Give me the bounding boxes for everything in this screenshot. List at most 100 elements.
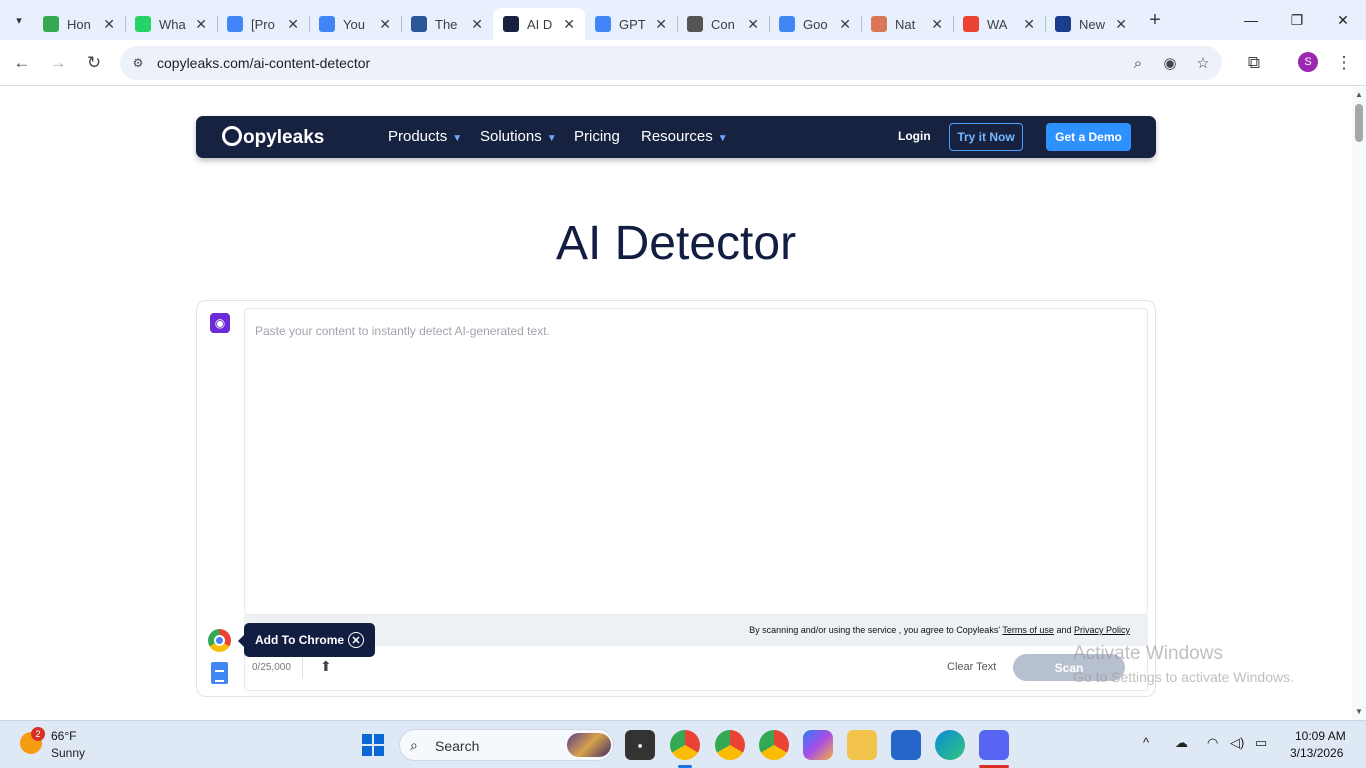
tab-search-chevron-icon[interactable]: ▾ — [5, 6, 33, 34]
discord-icon[interactable] — [979, 730, 1009, 760]
whatsapp-icon — [135, 16, 151, 32]
content-textarea[interactable]: Paste your content to instantly detect A… — [244, 308, 1148, 615]
terms-and: and — [1056, 625, 1072, 635]
browser-tab[interactable]: Wha ✕ — [125, 8, 217, 40]
tab-close-icon[interactable]: ✕ — [563, 16, 575, 33]
tab-strip: ▾ Hon ✕ Wha ✕ [Pro ✕ You ✕ The ✕ AI D ✕ GPT ✕ Con ✕ Goo ✕… — [0, 0, 1366, 40]
search-icon: ⌕ — [410, 737, 418, 753]
eye-icon[interactable]: ◉ — [210, 313, 230, 333]
chrome-extension-icon[interactable] — [208, 629, 231, 652]
nav-products[interactable]: Products ▼ — [388, 128, 462, 145]
weather-badge: 2 — [31, 727, 45, 741]
google-icon — [963, 16, 979, 32]
forward-arrow-icon[interactable]: → — [44, 49, 72, 77]
google-docs-icon[interactable] — [211, 662, 228, 684]
add-to-chrome-tooltip[interactable]: Add To Chrome ✕ — [238, 623, 375, 657]
browser-tab[interactable]: New ✕ — [1045, 8, 1137, 40]
browser-tab[interactable]: [Pro ✕ — [217, 8, 309, 40]
try-it-now-button[interactable]: Try it Now — [949, 123, 1023, 151]
clock-time[interactable]: 10:09 AM — [1295, 729, 1346, 743]
tab-title: Goo — [803, 16, 828, 32]
volume-icon[interactable]: ◁) — [1230, 735, 1244, 751]
browser-tab[interactable]: GPT ✕ — [585, 8, 677, 40]
onedrive-icon[interactable]: ☁ — [1175, 735, 1188, 751]
windows-start-icon[interactable] — [362, 734, 384, 756]
weather-condition[interactable]: Sunny — [51, 746, 85, 760]
scroll-thumb[interactable] — [1355, 104, 1363, 142]
nav-pricing[interactable]: Pricing — [574, 128, 620, 145]
tab-close-icon[interactable]: ✕ — [103, 16, 115, 33]
browser-tab[interactable]: The ✕ — [401, 8, 493, 40]
temperature[interactable]: 66°F — [51, 729, 76, 743]
caret-down-icon: ▼ — [717, 133, 728, 144]
new-tab-plus-icon[interactable]: + — [1141, 6, 1169, 34]
tab-close-icon[interactable]: ✕ — [747, 16, 759, 33]
menu-kebab-icon[interactable]: ⋮ — [1330, 49, 1358, 77]
microsoft-store-icon[interactable] — [891, 730, 921, 760]
tab-close-icon[interactable]: ✕ — [471, 16, 483, 33]
restore-icon[interactable]: ❐ — [1274, 0, 1320, 40]
caret-down-icon: ▼ — [452, 133, 463, 144]
chrome-profile-s-icon[interactable] — [670, 730, 700, 760]
edge-icon[interactable] — [935, 730, 965, 760]
minimize-icon[interactable]: — — [1228, 0, 1274, 40]
tab-close-icon[interactable]: ✕ — [195, 16, 207, 33]
tab-title: [Pro — [251, 16, 275, 32]
profile-avatar[interactable]: S — [1298, 52, 1318, 72]
zoom-icon[interactable]: ⌕ — [1128, 53, 1148, 73]
wifi-icon[interactable]: ◠ — [1207, 735, 1218, 751]
browser-tab[interactable]: Goo ✕ — [769, 8, 861, 40]
browser-tab[interactable]: You ✕ — [309, 8, 401, 40]
taskbar-search[interactable]: ⌕ Search — [399, 729, 614, 761]
browser-tab[interactable]: WA ✕ — [953, 8, 1045, 40]
terms-of-use-link[interactable]: Terms of use — [1002, 625, 1054, 635]
extensions-puzzle-icon[interactable]: ⧉ — [1240, 49, 1268, 77]
reload-icon[interactable]: ↻ — [80, 49, 108, 77]
chrome-icon[interactable] — [759, 730, 789, 760]
tab-close-icon[interactable]: ✕ — [655, 16, 667, 33]
back-arrow-icon[interactable]: ← — [8, 49, 36, 77]
tab-close-icon[interactable]: ✕ — [379, 16, 391, 33]
upload-icon[interactable]: ⬆ — [320, 658, 332, 675]
tab-title: Hon — [67, 16, 91, 32]
clock-date[interactable]: 3/13/2026 — [1290, 746, 1343, 760]
scroll-up-icon[interactable]: ▲ — [1355, 90, 1363, 99]
eye-slash-icon[interactable]: ◉ — [1160, 53, 1180, 73]
browser-tab[interactable]: Nat ✕ — [861, 8, 953, 40]
site-settings-icon[interactable]: ⚙ — [128, 53, 148, 73]
copyleaks-icon — [503, 16, 519, 32]
scroll-down-icon[interactable]: ▼ — [1355, 707, 1363, 716]
nav-resources[interactable]: Resources ▼ — [641, 128, 728, 145]
detector-panel: ◉ Paste your content to instantly detect… — [196, 300, 1156, 697]
tab-close-icon[interactable]: ✕ — [1023, 16, 1035, 33]
terms-bar: By scanning and/or using the service , y… — [244, 615, 1148, 646]
close-tooltip-icon[interactable]: ✕ — [348, 632, 364, 648]
page-scrollbar[interactable]: ▲ ▼ — [1352, 87, 1366, 720]
nav-solutions[interactable]: Solutions ▼ — [480, 128, 557, 145]
browser-tab[interactable]: AI D ✕ — [493, 8, 585, 40]
clear-text-button[interactable]: Clear Text — [947, 661, 996, 673]
gemini-icon — [779, 16, 795, 32]
file-explorer-icon[interactable] — [847, 730, 877, 760]
copyleaks-logo[interactable]: opyleaks — [222, 126, 324, 149]
get-demo-button[interactable]: Get a Demo — [1046, 123, 1131, 151]
show-hidden-icons-chevron-icon[interactable]: ^ — [1143, 735, 1149, 750]
login-link[interactable]: Login — [898, 129, 931, 143]
tab-title: The — [435, 16, 458, 32]
tab-close-icon[interactable]: ✕ — [931, 16, 943, 33]
bookmark-star-icon[interactable]: ☆ — [1193, 53, 1213, 73]
address-url[interactable]: copyleaks.com/ai-content-detector — [157, 55, 370, 71]
task-view-icon[interactable]: ▪ — [625, 730, 655, 760]
battery-icon[interactable]: ▭ — [1255, 735, 1267, 751]
browser-tab[interactable]: Con ✕ — [677, 8, 769, 40]
close-window-icon[interactable]: ✕ — [1320, 0, 1366, 40]
browser-toolbar: ← → ↻ ⚙ copyleaks.com/ai-content-detecto… — [0, 40, 1366, 86]
chrome-profile-2-icon[interactable] — [715, 730, 745, 760]
privacy-policy-link[interactable]: Privacy Policy — [1074, 625, 1130, 635]
tab-close-icon[interactable]: ✕ — [287, 16, 299, 33]
address-bar[interactable]: ⚙ copyleaks.com/ai-content-detector ⌕ ◉ … — [120, 46, 1222, 80]
browser-tab[interactable]: Hon ✕ — [33, 8, 125, 40]
tab-close-icon[interactable]: ✕ — [1115, 16, 1127, 33]
tab-close-icon[interactable]: ✕ — [839, 16, 851, 33]
copilot-icon[interactable] — [803, 730, 833, 760]
